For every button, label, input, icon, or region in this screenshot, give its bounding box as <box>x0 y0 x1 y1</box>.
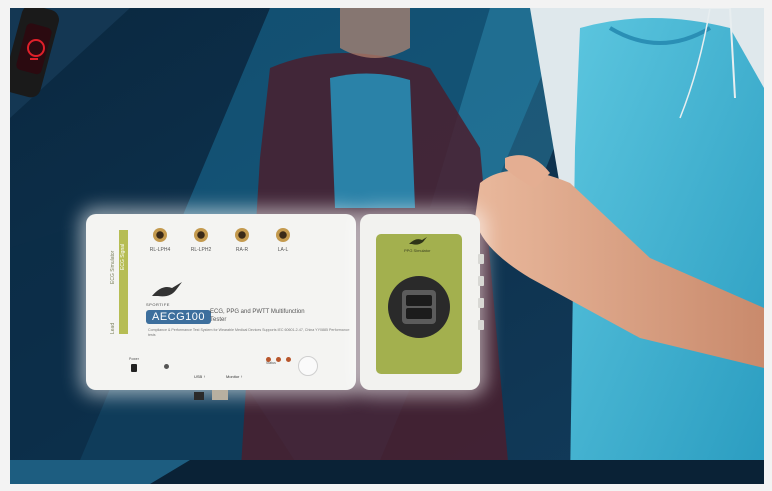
ppg-sensor-icon[interactable] <box>388 276 450 338</box>
jack-label-4: LA-L <box>277 247 289 253</box>
device-main-unit: ECG Simulator ECG Signal Lead RL-LPH4 RL… <box>86 214 356 390</box>
side-port-2 <box>478 276 484 286</box>
jack-label-3: RA-R <box>235 247 249 253</box>
ppg-green-panel: PPG Simulator <box>376 234 462 374</box>
brand-name: SPORTIFE <box>146 302 170 307</box>
status-led-2 <box>276 357 281 362</box>
power-label: Power <box>129 357 139 361</box>
usb-label: USB ↑ <box>194 374 206 379</box>
side-label-2: ECG Signal <box>120 243 126 270</box>
panel-logo-text: PPG Simulator <box>404 248 431 253</box>
control-knob[interactable] <box>298 356 318 376</box>
sensor-window <box>402 290 436 324</box>
model-badge: AECG100 <box>146 310 212 324</box>
status-led-3 <box>286 357 291 362</box>
jack-ra-r[interactable] <box>235 228 249 242</box>
status-led-1 <box>266 357 271 362</box>
photo-scene: ECG Simulator ECG Signal Lead RL-LPH4 RL… <box>10 8 764 484</box>
side-port-1 <box>478 254 484 264</box>
device-description: Compliance & Performance Test System for… <box>148 328 350 337</box>
side-port-3 <box>478 298 484 308</box>
jack-rl-lph4[interactable] <box>153 228 167 242</box>
device-title: ECG, PPG and PWTT Multifunction Tester <box>210 309 305 323</box>
sensor-emitter <box>406 295 432 306</box>
jack-label-2: RL-LPH2 <box>190 247 212 253</box>
ppg-sensor-unit: PPG Simulator <box>360 214 484 390</box>
aecg100-device: ECG Simulator ECG Signal Lead RL-LPH4 RL… <box>86 214 484 400</box>
image-frame: ECG Simulator ECG Signal Lead RL-LPH4 RL… <box>0 0 772 491</box>
small-port-icon <box>164 364 169 369</box>
sensor-detector <box>406 308 432 319</box>
power-switch[interactable] <box>131 364 137 372</box>
smartwatch-icon <box>10 8 59 98</box>
monitor-connector[interactable] <box>212 390 228 400</box>
usb-port[interactable] <box>194 392 204 400</box>
jack-label-1: RL-LPH4 <box>149 247 171 253</box>
jack-rl-lph2[interactable] <box>194 228 208 242</box>
panel-bird-icon <box>409 237 427 245</box>
side-label-1: ECG Simulator <box>110 250 116 284</box>
jack-la-l[interactable] <box>276 228 290 242</box>
bird-logo-icon <box>152 282 182 297</box>
side-port-4 <box>478 320 484 330</box>
monitor-label: Monitor ↑ <box>226 374 243 379</box>
side-label-3: Lead <box>110 322 116 334</box>
